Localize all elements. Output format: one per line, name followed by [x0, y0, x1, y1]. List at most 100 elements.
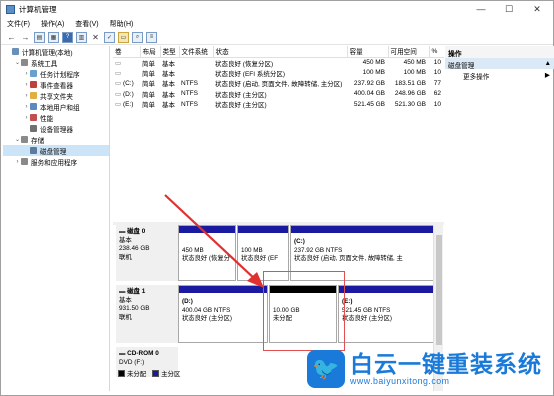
actions-section-label: 磁盘管理 — [448, 63, 475, 70]
partition-status: 状态良好 (EF — [241, 255, 279, 262]
tree-item[interactable]: › 性能 — [3, 112, 109, 123]
disk-icon: ▬ — [119, 228, 128, 235]
partition-size: 400.04 GB NTFS — [182, 306, 231, 314]
column-header[interactable]: % — [429, 46, 444, 58]
column-header[interactable]: 卷 — [113, 46, 141, 58]
delete-icon[interactable]: ✕ — [90, 32, 101, 43]
tree-item[interactable]: › 本地用户和组 — [3, 101, 109, 112]
legend-swatch — [118, 370, 125, 377]
tree-item-label: 设备管理器 — [40, 126, 73, 134]
menu-action[interactable]: 操作(A) — [41, 19, 64, 29]
legend-label: 主分区 — [161, 371, 181, 378]
expander-icon[interactable]: › — [23, 93, 30, 99]
partition-bar — [179, 226, 235, 233]
legend-swatch — [152, 370, 160, 377]
table-cell: 10 — [433, 100, 441, 108]
forward-icon[interactable]: → — [20, 32, 31, 43]
tree-item[interactable]: › 任务计划程序 — [3, 68, 109, 79]
show-pane-icon[interactable]: ▥ — [76, 31, 87, 43]
highlight-box — [263, 271, 345, 351]
disk-info[interactable]: ▬ 磁盘 0 基本 238.46 GB 联机 — [116, 225, 178, 281]
open-folder-icon[interactable]: ▭ — [118, 31, 129, 43]
disk-type: 基本 — [119, 296, 132, 304]
table-cell: 简单 — [142, 70, 155, 78]
partition-status: 状态良好 (主分区) — [182, 315, 233, 322]
partition[interactable]: 450 MB 状态良好 (恢复分 — [178, 225, 236, 281]
node-icon — [21, 136, 28, 143]
table-cell — [179, 68, 213, 79]
watermark: 🐦 白云一键重装系统 www.baiyunxitong.com — [307, 350, 542, 388]
tree-item[interactable]: › 共享文件夹 — [3, 90, 109, 101]
node-icon — [21, 158, 28, 165]
console-tree-icon[interactable]: ▤ — [34, 31, 45, 43]
column-header[interactable]: 状态 — [213, 46, 348, 58]
table-cell: 10 — [433, 69, 441, 77]
minimize-button[interactable]: — — [467, 1, 495, 17]
expander-icon[interactable]: › — [23, 104, 30, 110]
expander-icon[interactable]: ⌄ — [14, 136, 21, 143]
maximize-button[interactable]: ☐ — [495, 1, 523, 17]
tree-item[interactable]: 磁盘管理 — [3, 145, 109, 156]
table-row[interactable]: ▭ 简单 基本 状态良好 (恢复分区) 450 MB 450 MB 10 — [113, 57, 444, 68]
expander-icon[interactable]: ⌄ — [14, 59, 21, 66]
watermark-url: www.baiyunxitong.com — [350, 376, 450, 386]
volume-name: (D:) — [122, 90, 134, 98]
check-icon[interactable]: ✓ — [104, 31, 115, 43]
menu-help[interactable]: 帮助(H) — [110, 19, 134, 29]
expander-icon[interactable]: › — [23, 82, 30, 88]
table-cell: 简单 — [142, 102, 155, 110]
more-actions-item[interactable]: 更多操作 ▶ — [445, 69, 554, 81]
volume-icon: ▭ — [115, 59, 122, 67]
table-row[interactable]: ▭ (D:) 简单 基本 NTFS 状态良好 (主分区) 400.04 GB 248.96 … — [113, 89, 444, 100]
table-cell: 450 MB — [362, 59, 385, 66]
expander-icon[interactable]: › — [23, 115, 30, 121]
column-header[interactable]: 类型 — [160, 46, 180, 58]
collapse-up-icon[interactable]: ▲ — [544, 60, 551, 67]
table-row[interactable]: ▭ (E:) 简单 基本 NTFS 状态良好 (主分区) 521.45 GB 521.30 … — [113, 99, 444, 110]
tree-item[interactable]: › 服务和应用程序 — [3, 156, 109, 167]
partition-bar — [238, 226, 288, 233]
disk-icon: ▬ — [119, 288, 128, 295]
tree-item[interactable]: ⌄ 系统工具 — [3, 57, 109, 68]
expander-icon[interactable]: › — [14, 159, 21, 165]
tree-item-label: 服务和应用程序 — [31, 159, 78, 167]
tree-item-label: 存储 — [31, 137, 45, 145]
partition-bar — [291, 226, 433, 233]
node-icon — [30, 81, 37, 88]
node-icon — [30, 125, 37, 132]
legend-label: 未分配 — [127, 371, 147, 378]
partition[interactable]: (E:) 521.45 GB NTFS 状态良好 (主分区) — [338, 285, 433, 343]
back-icon[interactable]: ← — [6, 32, 17, 43]
expander-icon[interactable]: › — [23, 71, 30, 77]
list-view-icon[interactable]: ≡ — [146, 31, 157, 43]
legend: 未分配 主分区 — [116, 369, 184, 378]
partition-title: (C:) — [294, 238, 305, 245]
search-icon[interactable]: ⌕ — [132, 31, 143, 43]
partition[interactable]: (D:) 400.04 GB NTFS 状态良好 (主分区) — [178, 285, 268, 343]
menu-file[interactable]: 文件(F) — [7, 19, 30, 29]
properties-icon[interactable]: ▦ — [48, 31, 59, 43]
table-row[interactable]: ▭ 简单 基本 状态良好 (EFI 系统分区) 100 MB 100 MB 10 — [113, 68, 444, 79]
menu-bar: 文件(F) 操作(A) 查看(V) 帮助(H) — [1, 17, 553, 30]
disk-info[interactable]: ▬ 磁盘 1 基本 931.50 GB 联机 — [116, 285, 178, 343]
column-header[interactable]: 布局 — [140, 46, 161, 58]
close-button[interactable]: ✕ — [523, 1, 551, 17]
column-header[interactable]: 容量 — [347, 46, 389, 58]
tree-item[interactable]: ⌄ 存储 — [3, 134, 109, 145]
help-icon[interactable]: ? — [62, 31, 73, 43]
scrollbar-thumb[interactable] — [436, 235, 442, 345]
tree-item[interactable]: › 事件查看器 — [3, 79, 109, 90]
column-header[interactable]: 文件系统 — [179, 46, 214, 58]
tree-item[interactable]: 计算机管理(本地) — [3, 46, 109, 57]
column-header[interactable]: 可用空间 — [388, 46, 430, 58]
table-row[interactable]: ▭ (C:) 简单 基本 NTFS 状态良好 (启动, 页面文件, 故障转储, 主分区)… — [113, 78, 444, 89]
tree-item-label: 性能 — [40, 115, 54, 123]
tree-item[interactable]: 设备管理器 — [3, 123, 109, 134]
table-cell: 521.30 GB — [394, 100, 426, 108]
menu-view[interactable]: 查看(V) — [75, 19, 98, 29]
disk-name: CD-ROM 0 — [127, 350, 159, 357]
node-icon — [30, 103, 37, 110]
disk-size: 238.46 GB — [119, 245, 150, 252]
actions-section-disk-management[interactable]: 磁盘管理 ▲ — [445, 58, 554, 70]
table-cell: 简单 — [142, 81, 155, 89]
